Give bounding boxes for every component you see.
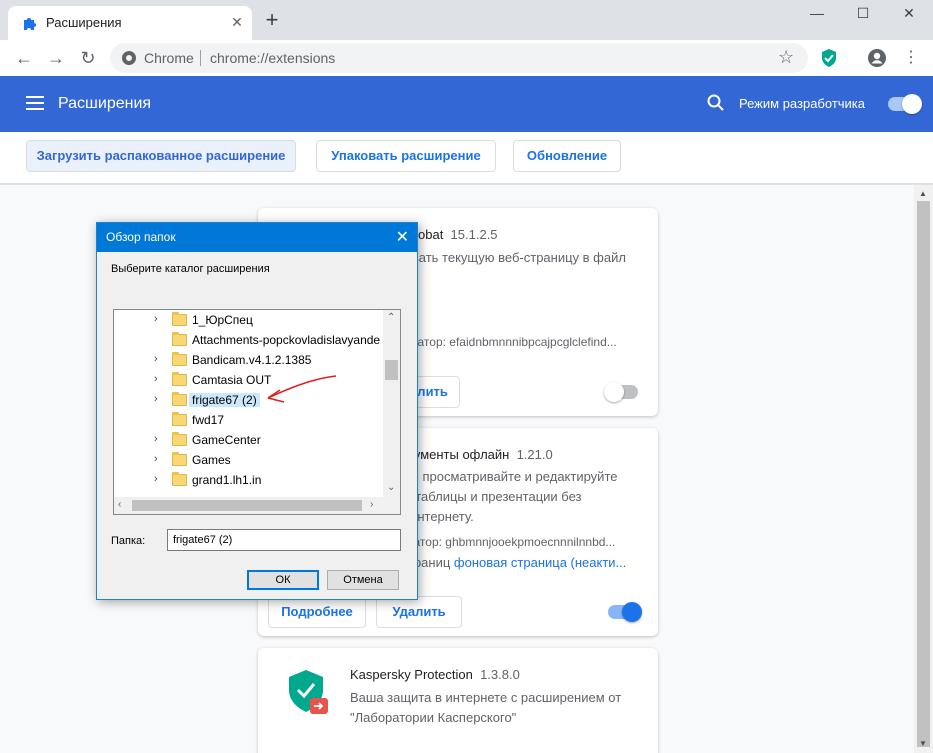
- kaspersky-shield-icon[interactable]: [820, 48, 838, 68]
- folder-label: Папка:: [111, 535, 146, 547]
- pack-extension-button[interactable]: Упаковать расширение: [316, 140, 496, 172]
- address-url: chrome://extensions: [210, 50, 336, 66]
- expand-chevron-icon[interactable]: ›: [154, 313, 164, 325]
- kaspersky-logo-icon: [289, 670, 328, 714]
- page-title: Расширения: [58, 95, 152, 112]
- forward-arrow-icon[interactable]: →: [44, 46, 68, 70]
- extension-enable-toggle[interactable]: [604, 382, 638, 402]
- address-divider: [200, 50, 201, 66]
- browser-toolbar: ← → ↻ Chrome chrome://extensions ☆ ⋮: [0, 40, 933, 76]
- dialog-prompt: Выберите каталог расширения: [111, 263, 270, 275]
- background-page-link[interactable]: фоновая страница (неакти...: [454, 555, 626, 570]
- extensions-header: Расширения Режим разработчика: [0, 76, 933, 132]
- dev-mode-toggle[interactable]: [888, 94, 922, 114]
- tree-horizontal-scrollbar[interactable]: ‹ ›: [114, 497, 400, 514]
- annotation-arrow: [267, 375, 337, 403]
- tab-extensions[interactable]: Расширения ✕: [8, 6, 252, 40]
- folder-icon: [172, 372, 187, 386]
- dev-mode-label: Режим разработчика: [739, 96, 866, 111]
- expand-chevron-icon[interactable]: ›: [154, 433, 164, 445]
- menu-kebab-icon[interactable]: ⋮: [899, 46, 923, 70]
- hamburger-menu-icon[interactable]: [26, 96, 44, 110]
- details-button[interactable]: Подробнее: [268, 596, 366, 628]
- scroll-down-arrow-icon[interactable]: ▼: [919, 739, 927, 748]
- folder-icon: [172, 312, 187, 326]
- extension-id: катор: ghbmnnjooekpmoecnnnilnnbd...: [408, 535, 616, 549]
- maximize-button[interactable]: ☐: [840, 0, 886, 30]
- extension-description: Ваша защита в интернете с расширением от…: [350, 690, 622, 725]
- new-tab-button[interactable]: +: [260, 9, 284, 33]
- update-button[interactable]: Обновление: [513, 140, 621, 172]
- tree-item[interactable]: › grand1.lh1.in: [114, 470, 384, 490]
- tree-item[interactable]: › Bandicam.v4.1.2.1385: [114, 350, 384, 370]
- extension-name: obat 15.1.2.5: [418, 227, 498, 242]
- dialog-title: Обзор папок: [106, 230, 176, 244]
- page-scrollbar[interactable]: ▲ ▼: [914, 185, 933, 753]
- folder-icon: [172, 332, 187, 346]
- folder-icon: [172, 472, 187, 486]
- tree-scroll-right-icon[interactable]: ›: [370, 499, 373, 510]
- back-arrow-icon[interactable]: ←: [12, 46, 36, 70]
- extension-name: Kaspersky Protection 1.3.8.0: [350, 667, 520, 682]
- extension-description: вать текущую веб-страницу в файл: [412, 250, 626, 265]
- expand-chevron-icon[interactable]: ›: [154, 353, 164, 365]
- tree-scroll-up-icon[interactable]: ⌃: [387, 312, 395, 323]
- puzzle-icon: [24, 18, 36, 30]
- expand-chevron-icon[interactable]: ›: [154, 393, 164, 405]
- search-icon[interactable]: [706, 93, 726, 113]
- folder-tree[interactable]: › 1_ЮрСпец Attachments-popckovladislavya…: [113, 309, 401, 515]
- expand-chevron-icon[interactable]: ›: [154, 453, 164, 465]
- extension-name: кументы офлайн 1.21.0: [408, 447, 553, 462]
- close-window-button[interactable]: ✕: [886, 0, 932, 30]
- tree-vertical-scrollbar[interactable]: ⌃ ⌄: [383, 310, 400, 497]
- load-unpacked-button[interactable]: Загрузить распакованное расширение: [26, 140, 296, 172]
- reload-icon[interactable]: ↻: [76, 46, 100, 70]
- tree-item[interactable]: › GameCenter: [114, 430, 384, 450]
- action-bar: Загрузить распакованное расширение Упако…: [0, 132, 933, 184]
- minimize-button[interactable]: —: [794, 0, 840, 30]
- extension-card: Kaspersky Protection 1.3.8.0 Ваша защита…: [258, 648, 658, 753]
- tree-scroll-down-icon[interactable]: ⌄: [387, 482, 395, 493]
- ok-button[interactable]: ОК: [247, 570, 319, 590]
- browse-folder-dialog: Обзор папок ✕ Выберите каталог расширени…: [96, 222, 418, 600]
- scroll-up-arrow-icon[interactable]: ▲: [919, 189, 927, 198]
- tree-vertical-thumb[interactable]: [385, 360, 398, 380]
- folder-icon: [172, 352, 187, 366]
- folder-icon: [172, 392, 187, 406]
- inspect-views: траниц фоновая страница (неакти...: [408, 555, 627, 570]
- extension-enable-toggle[interactable]: [608, 602, 642, 622]
- tree-item[interactable]: › 1_ЮрСпец: [114, 310, 384, 330]
- folder-icon: [172, 452, 187, 466]
- cancel-button[interactable]: Отмена: [327, 570, 399, 590]
- tree-item[interactable]: › Games: [114, 450, 384, 470]
- tree-scroll-left-icon[interactable]: ‹: [118, 499, 121, 510]
- folder-icon: [172, 412, 187, 426]
- site-info-icon[interactable]: [122, 51, 136, 65]
- page-scroll-thumb[interactable]: [917, 201, 930, 747]
- folder-icon: [172, 432, 187, 446]
- bookmark-star-icon[interactable]: ☆: [778, 47, 794, 68]
- dialog-titlebar[interactable]: Обзор папок ✕: [97, 223, 417, 252]
- dialog-close-icon[interactable]: ✕: [396, 227, 409, 247]
- tab-title: Расширения: [46, 15, 122, 30]
- address-bar[interactable]: Chrome chrome://extensions ☆: [110, 43, 808, 73]
- tree-horizontal-thumb[interactable]: [132, 500, 362, 511]
- expand-chevron-icon[interactable]: ›: [154, 473, 164, 485]
- extension-id: катор: efaidnbmnnnibpcajpcglclefind...: [412, 335, 617, 349]
- tree-item[interactable]: Attachments-popckovladislavyande: [114, 330, 384, 350]
- tree-item[interactable]: fwd17: [114, 410, 384, 430]
- remove-button[interactable]: Удалить: [376, 596, 462, 628]
- extension-description: е, просматривайте и редактируйте , табли…: [408, 469, 618, 524]
- folder-input[interactable]: [167, 529, 401, 551]
- title-bar: Расширения ✕ + — ☐ ✕: [0, 0, 933, 40]
- tab-close-icon[interactable]: ✕: [228, 13, 246, 31]
- profile-avatar-icon[interactable]: [867, 48, 887, 68]
- address-scheme: Chrome: [144, 50, 194, 66]
- expand-chevron-icon[interactable]: ›: [154, 373, 164, 385]
